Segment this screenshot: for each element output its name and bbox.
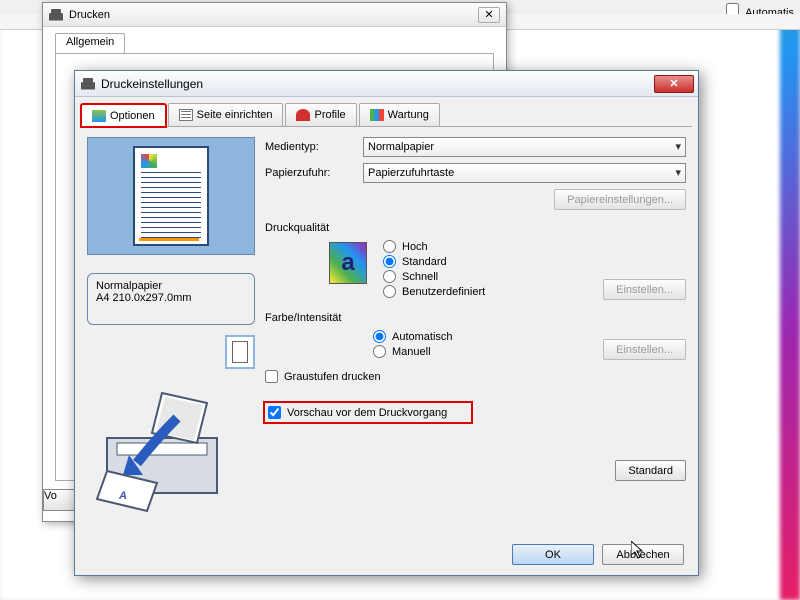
preview-checkbox[interactable] (268, 406, 281, 419)
tab-optionen[interactable]: Optionen (81, 104, 166, 127)
quality-high-radio[interactable] (383, 240, 396, 253)
standard-button[interactable]: Standard (615, 460, 686, 481)
paper-source-dropdown[interactable]: Papierzufuhrtaste (363, 163, 686, 183)
page-preview (87, 137, 255, 255)
ok-button[interactable]: OK (512, 544, 594, 565)
media-type-dropdown[interactable]: Normalpapier (363, 137, 686, 157)
paper-settings-button: Papiereinstellungen... (554, 189, 686, 210)
svg-text:A: A (118, 490, 127, 502)
cancel-button[interactable]: Abbrechen (602, 544, 684, 565)
color-settings-button: Einstellen... (603, 339, 686, 360)
color-group-label: Farbe/Intensität (265, 312, 686, 324)
paper-source-label: Papierzufuhr: (265, 167, 363, 179)
tab-allgemein[interactable]: Allgemein (55, 33, 125, 53)
paper-size-text: A4 210.0x297.0mm (96, 292, 246, 304)
tab-profile[interactable]: Profile (285, 103, 356, 126)
dialog-title: Druckeinstellungen (101, 77, 203, 91)
quality-standard-radio[interactable] (383, 255, 396, 268)
paper-type-text: Normalpapier (96, 280, 246, 292)
tab-seite-einrichten[interactable]: Seite einrichten (168, 103, 284, 126)
close-icon[interactable]: ✕ (478, 7, 500, 23)
close-button[interactable]: ✕ (654, 75, 694, 93)
maintenance-icon (370, 109, 384, 121)
color-manual-radio[interactable] (373, 345, 386, 358)
quality-group-label: Druckqualität (265, 222, 686, 234)
printer-icon (81, 78, 95, 90)
quality-settings-button: Einstellen... (603, 279, 686, 300)
quality-preview-icon: a (329, 242, 367, 284)
quality-fast-radio[interactable] (383, 270, 396, 283)
grayscale-label: Graustufen drucken (284, 371, 381, 383)
print-settings-dialog: Druckeinstellungen ✕ Optionen Seite einr… (74, 70, 699, 576)
media-type-label: Medientyp: (265, 141, 363, 153)
printer-icon (49, 9, 63, 21)
grayscale-checkbox[interactable] (265, 370, 278, 383)
quality-custom-radio[interactable] (383, 285, 396, 298)
color-auto-radio[interactable] (373, 330, 386, 343)
profile-icon (296, 109, 310, 121)
page-icon (179, 109, 193, 121)
tab-wartung[interactable]: Wartung (359, 103, 440, 126)
back-dialog-title: Drucken (69, 9, 110, 21)
printer-illustration: A (87, 383, 255, 513)
orientation-portrait[interactable] (225, 335, 255, 369)
preview-label: Vorschau vor dem Druckvorgang (287, 407, 447, 419)
paper-info-box: Normalpapier A4 210.0x297.0mm (87, 273, 255, 325)
options-icon (92, 110, 106, 122)
